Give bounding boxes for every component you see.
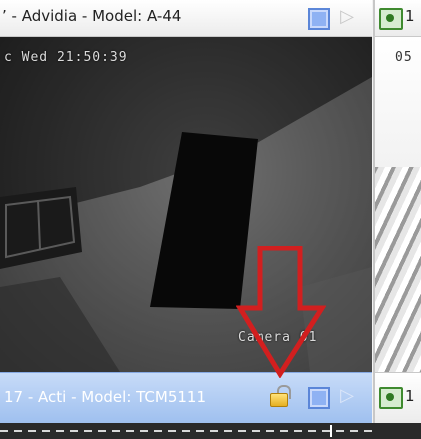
next-row-strip bbox=[0, 423, 421, 439]
maximize-button[interactable] bbox=[308, 8, 330, 30]
camera-icon bbox=[379, 8, 403, 30]
camera-titlebar-top-left[interactable]: ’ - Advidia - Model: A-44 ▷ bbox=[0, 0, 372, 37]
camera-title-fragment: 1 bbox=[405, 387, 415, 405]
osd-timestamp-fragment: 05 bbox=[395, 50, 413, 65]
forward-icon[interactable]: ▷ bbox=[338, 7, 356, 27]
video-feed-right[interactable]: 05 bbox=[373, 37, 421, 372]
dashed-divider bbox=[0, 430, 372, 432]
camera-titlebar-top-right[interactable]: 1 bbox=[373, 0, 421, 37]
forward-icon[interactable]: ▷ bbox=[338, 386, 356, 406]
camera-titlebar-bottom-left[interactable]: 17 - Acti - Model: TCM5111 ▷ bbox=[0, 372, 372, 423]
camera-titlebar-bottom-right[interactable]: 1 bbox=[373, 372, 421, 423]
lock-icon[interactable] bbox=[270, 385, 291, 407]
camera-title-fragment: 1 bbox=[405, 7, 415, 25]
camera-title: 17 - Acti - Model: TCM5111 bbox=[4, 388, 207, 406]
osd-timestamp: c Wed 21:50:39 bbox=[4, 50, 128, 65]
divider-tick bbox=[330, 425, 332, 437]
camera-title: ’ - Advidia - Model: A-44 bbox=[2, 7, 182, 25]
camera-icon bbox=[379, 387, 403, 409]
maximize-button[interactable] bbox=[308, 387, 330, 409]
annotation-down-arrow-icon bbox=[236, 246, 326, 378]
